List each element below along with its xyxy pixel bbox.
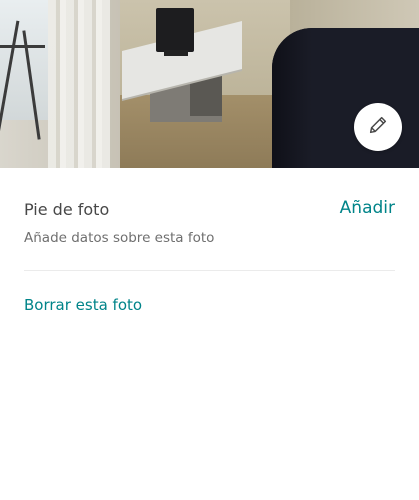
photo-tv-stand bbox=[164, 50, 188, 56]
caption-subtitle: Añade datos sobre esta foto bbox=[24, 230, 215, 246]
add-caption-button[interactable]: Añadir bbox=[340, 198, 395, 218]
caption-title: Pie de foto bbox=[24, 200, 110, 219]
pencil-icon bbox=[367, 114, 389, 140]
edit-photo-button[interactable] bbox=[354, 103, 402, 151]
photo-curtain bbox=[48, 0, 110, 168]
photo-sofa-shade bbox=[272, 28, 312, 168]
photo-tv bbox=[156, 8, 194, 52]
divider bbox=[24, 270, 395, 271]
caption-row: Pie de foto Añadir bbox=[24, 196, 395, 226]
photo-chair-seat bbox=[0, 45, 45, 48]
room-photo bbox=[0, 0, 419, 168]
delete-photo-button[interactable]: Borrar esta foto bbox=[24, 296, 142, 314]
